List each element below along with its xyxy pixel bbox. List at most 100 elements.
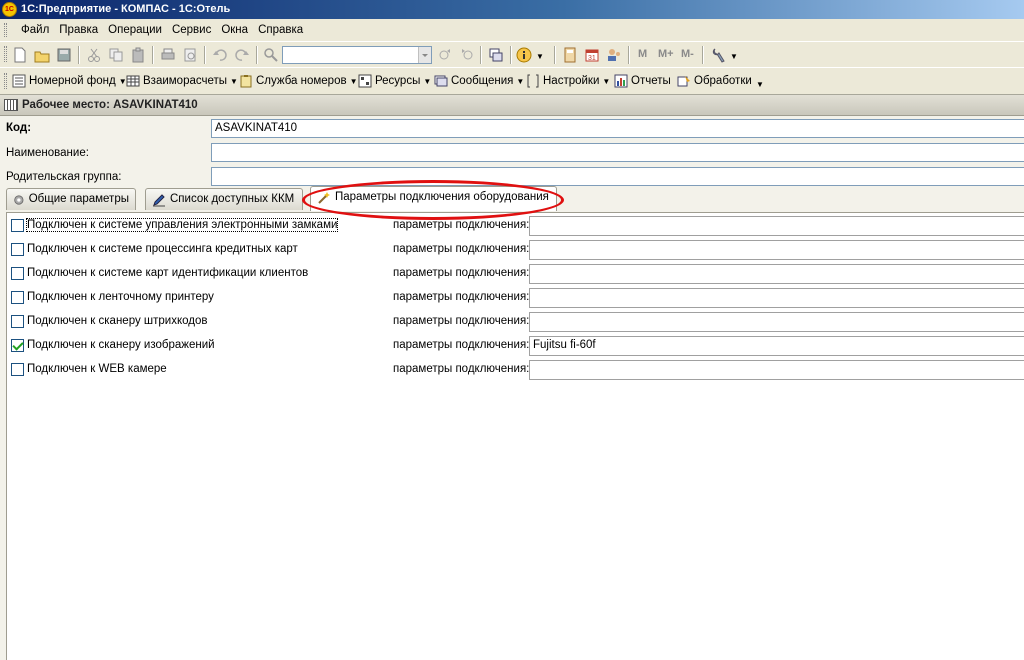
equipment-label[interactable]: Подключен к ленточному принтеру [27, 291, 214, 303]
tab-kkm-list[interactable]: Список доступных ККМ [145, 188, 303, 210]
new-doc-icon[interactable] [12, 47, 28, 63]
toolbar-separator [256, 46, 258, 64]
menu-service[interactable]: Сервис [167, 24, 216, 36]
image-scanner-checkbox[interactable] [11, 339, 24, 352]
chevron-down-icon[interactable]: ▼ [536, 52, 544, 61]
equipment-row: Подключен к сканеру штрихкодов параметры… [7, 312, 1024, 336]
paste-icon[interactable] [130, 47, 146, 63]
chevron-down-icon[interactable]: ▼ [756, 80, 764, 89]
locks-checkbox[interactable] [11, 219, 24, 232]
gear-icon [14, 195, 24, 205]
report-icon [614, 74, 628, 88]
toolbar-separator [702, 46, 704, 64]
copy-icon[interactable] [108, 47, 124, 63]
open-folder-icon[interactable] [34, 47, 50, 63]
tape-printer-checkbox[interactable] [11, 291, 24, 304]
image-scanner-params-field[interactable]: Fujitsu fi-60f [529, 336, 1024, 356]
id-cards-params-field[interactable] [529, 264, 1024, 284]
processing-button[interactable]: Обработки [677, 74, 752, 88]
grid-icon [126, 75, 140, 87]
find-icon[interactable] [263, 47, 279, 63]
equipment-row: Подключен к системе процессинга кредитны… [7, 240, 1024, 264]
print-icon[interactable] [160, 47, 176, 63]
calculator-icon[interactable] [562, 47, 578, 63]
memory-button[interactable]: M [638, 48, 647, 60]
toolbar-separator [628, 46, 630, 64]
equipment-label[interactable]: Подключен к системе карт идентификации к… [27, 267, 308, 279]
search-next-icon[interactable] [437, 47, 453, 63]
equipment-label[interactable]: Подключен к WEB камере [27, 363, 167, 375]
toolbar-grip[interactable] [4, 73, 7, 89]
parent-group-label: Родительская группа: [6, 171, 122, 183]
reports-button[interactable]: Отчеты [614, 74, 671, 88]
windows-icon[interactable] [488, 47, 504, 63]
equipment-label[interactable]: Подключен к сканеру штрихкодов [27, 315, 208, 327]
menu-file[interactable]: Файл [16, 24, 54, 36]
clipboard-icon [240, 75, 252, 88]
name-field[interactable] [211, 143, 1024, 162]
chevron-down-icon[interactable]: ▼ [730, 52, 738, 61]
info-icon[interactable] [516, 47, 532, 63]
code-label: Код: [6, 122, 32, 134]
room-service-menu[interactable]: Служба номеров ▼ [239, 74, 358, 88]
web-camera-checkbox[interactable] [11, 363, 24, 376]
preview-icon[interactable] [182, 47, 198, 63]
barcode-scanner-checkbox[interactable] [11, 315, 24, 328]
toolbar-grip[interactable] [4, 46, 7, 62]
messages-menu[interactable]: Сообщения ▼ [434, 74, 524, 88]
save-icon[interactable] [56, 47, 72, 63]
users-icon[interactable] [606, 47, 622, 63]
params-label: параметры подключения: [393, 339, 530, 351]
caret-down-icon: ▼ [423, 76, 432, 86]
form-body: Код: ASAVKINAT410 Наименование: Родитель… [0, 116, 1024, 660]
functions-toolbar: Номерной фонд ▼ Взаиморасчеты ▼ Служба ном… [0, 67, 1024, 95]
resources-menu[interactable]: Ресурсы ▼ [358, 74, 431, 88]
wand-icon [318, 192, 330, 204]
settlements-menu[interactable]: Взаиморасчеты ▼ [126, 74, 238, 88]
tab-equipment-params[interactable]: Параметры подключения оборудования [310, 186, 557, 211]
params-label: параметры подключения: [393, 363, 530, 375]
tab-general-params[interactable]: Общие параметры [6, 188, 136, 210]
caret-down-icon: ▼ [602, 76, 611, 86]
equipment-label[interactable]: Подключен к системе процессинга кредитны… [27, 243, 298, 255]
pencil-list-icon [153, 194, 165, 207]
form-header: Рабочее место: ASAVKINAT410 [0, 95, 1024, 116]
caret-down-icon: ▼ [349, 76, 358, 86]
search-input[interactable] [282, 46, 432, 64]
menu-windows[interactable]: Окна [216, 24, 253, 36]
toolbar-separator [152, 46, 154, 64]
locks-params-field[interactable] [529, 216, 1024, 236]
menu-operations[interactable]: Операции [103, 24, 167, 36]
toolbar-separator [78, 46, 80, 64]
barcode-scanner-params-field[interactable] [529, 312, 1024, 332]
tools-icon[interactable] [710, 47, 726, 63]
parent-group-field[interactable] [211, 167, 1024, 186]
credit-cards-params-field[interactable] [529, 240, 1024, 260]
standard-toolbar: ▼ 31 M M+ M- ▼ [0, 41, 1024, 67]
menu-bar: Файл Правка Операции Сервис Окна Справка [0, 19, 1024, 41]
cut-icon[interactable] [86, 47, 102, 63]
processing-icon [677, 76, 690, 87]
calendar-icon[interactable]: 31 [584, 47, 600, 63]
search-dropdown-button[interactable] [418, 47, 431, 63]
id-cards-checkbox[interactable] [11, 267, 24, 280]
search-prev-icon[interactable] [459, 47, 475, 63]
toolbar-grip[interactable] [4, 23, 7, 37]
memory-minus-button[interactable]: M- [681, 48, 694, 60]
equipment-label[interactable]: Подключен к сканеру изображений [27, 339, 215, 351]
memory-plus-button[interactable]: M+ [658, 48, 674, 60]
form-title: Рабочее место: ASAVKINAT410 [22, 99, 198, 111]
tape-printer-params-field[interactable] [529, 288, 1024, 308]
equipment-label[interactable]: Подключен к системе управления электронн… [25, 218, 339, 232]
web-camera-params-field[interactable] [529, 360, 1024, 380]
menu-help[interactable]: Справка [253, 24, 308, 36]
settings-menu[interactable]: Настройки ▼ [526, 74, 610, 88]
redo-icon[interactable] [234, 47, 250, 63]
code-field[interactable]: ASAVKINAT410 [211, 119, 1024, 138]
chevron-down-icon [422, 54, 428, 57]
menu-edit[interactable]: Правка [54, 24, 103, 36]
undo-icon[interactable] [212, 47, 228, 63]
credit-cards-checkbox[interactable] [11, 243, 24, 256]
equipment-row: Подключен к системе управления электронн… [7, 216, 1024, 240]
room-fund-menu[interactable]: Номерной фонд ▼ [12, 74, 127, 88]
